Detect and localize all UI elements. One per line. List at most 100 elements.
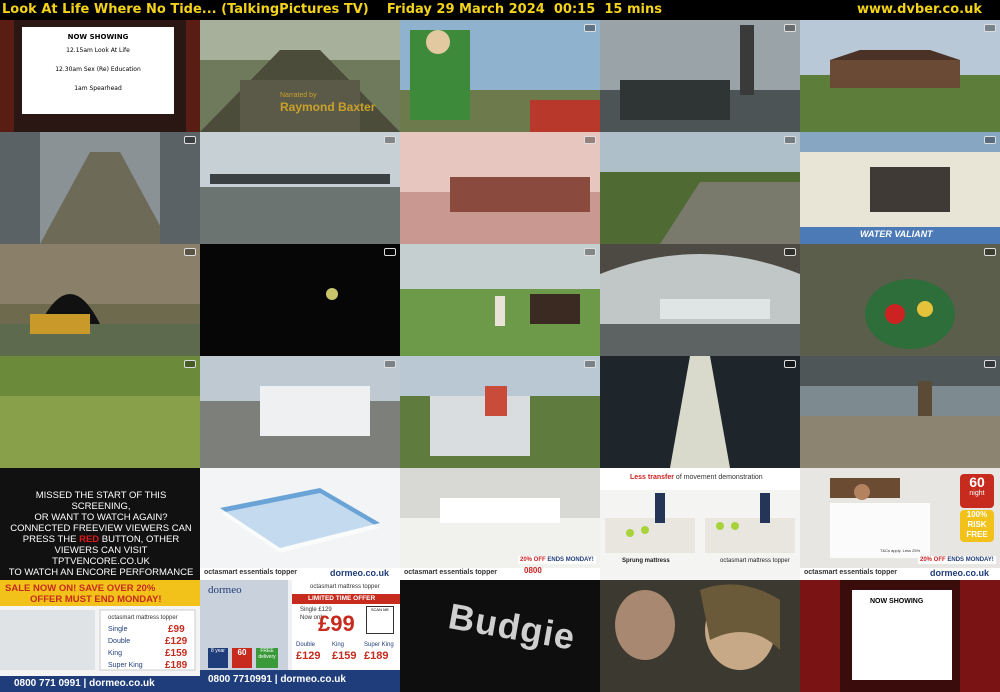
channel-badge: [984, 360, 996, 368]
thumbnail-boat-lift[interactable]: [0, 132, 200, 244]
price-double: £129: [165, 636, 188, 647]
thumbnail-ad-topper[interactable]: octasmart essentials topper dormeo.co.uk: [200, 468, 400, 580]
boat-name-text: WATER VALIANT: [860, 229, 933, 239]
sale-line-2: OFFER MUST END MONDAY!: [30, 594, 162, 605]
thumbnail-encore-message[interactable]: MISSED THE START OF THIS SCREENING, OR W…: [0, 468, 200, 580]
thumbnail-bow-wake[interactable]: [600, 356, 800, 468]
free-word: FREE: [966, 530, 988, 539]
limited-offer: LIMITED TIME OFFER: [308, 595, 376, 602]
channel-badge: [784, 360, 796, 368]
thumbnail-bridge-arch[interactable]: [600, 244, 800, 356]
offer-banner: 20% OFF ENDS MONDAY!: [518, 556, 596, 564]
channel-badge: [184, 248, 196, 256]
thumbnail-dark-tunnel[interactable]: [200, 244, 400, 356]
thumbnail-tunnel[interactable]: [0, 244, 200, 356]
channel-badge: [184, 360, 196, 368]
thumbnail-launching-boat[interactable]: [400, 356, 600, 468]
duration: 15 mins: [604, 2, 662, 17]
size-single: Single: [108, 626, 128, 633]
header-bar: Look At Life Where No Tide... (TalkingPi…: [0, 0, 1000, 20]
pricing-size-superking: Super King: [364, 642, 394, 648]
sprung-label: Sprung mattress: [622, 558, 670, 564]
offer-ends: ENDS MONDAY!: [947, 557, 994, 563]
thumbnail-canal-credit[interactable]: Narrated by Raymond Baxter: [200, 20, 400, 132]
thumbnail-lock[interactable]: [600, 132, 800, 244]
pricing-phone: 0800 7710991: [208, 674, 272, 685]
product-name: octasmart essentials topper: [804, 569, 897, 576]
ad-site: dormeo.co.uk: [930, 568, 990, 578]
pricing-size-double: Double: [296, 642, 316, 648]
thumbnail-ad-demo[interactable]: Less transfer of movement demonstration …: [600, 468, 800, 580]
broadcast-date: Friday 29 March 2024: [386, 2, 545, 17]
night-label: night: [969, 490, 985, 497]
channel-badge: [984, 136, 996, 144]
thumbnail-ad-bedroom[interactable]: octasmart essentials topper 20% OFF ENDS…: [400, 468, 600, 580]
thumbnail-reeds[interactable]: [0, 356, 200, 468]
encore-message: MISSED THE START OF THIS SCREENING, OR W…: [6, 490, 196, 578]
pricing-product: octasmart mattress topper: [310, 584, 380, 590]
thumbnail-painted-can[interactable]: [800, 244, 1000, 356]
now-showing-card: NOW SHOWING 12.15am Look At Life 12.30am…: [22, 27, 174, 114]
thumbnail-punting[interactable]: [800, 356, 1000, 468]
ad-brand: dormeo: [208, 584, 242, 596]
channel-badge: [584, 248, 596, 256]
demo-caption: Less transfer of movement demonstration: [630, 474, 763, 481]
ad-footer: octasmart essentials topper dormeo.co.uk: [200, 568, 400, 580]
encore-line-4a: PRESS THE: [22, 534, 80, 545]
thumbnail-boat-on-trailer[interactable]: [200, 356, 400, 468]
sixty-night-badge: 60 night: [960, 474, 994, 508]
qr-code: SCAN ME: [366, 606, 394, 634]
programme-info: Look At Life Where No Tide... (TalkingPi…: [2, 0, 662, 20]
thumbnail-docks[interactable]: [600, 20, 800, 132]
thumbnail-now-showing[interactable]: NOW SHOWING 12.15am Look At Life 12.30am…: [0, 20, 200, 132]
thumbnail-swing-bridge[interactable]: [200, 132, 400, 244]
thumbnail-tudor-house[interactable]: [800, 20, 1000, 132]
channel-badge: [184, 136, 196, 144]
size-king: King: [108, 650, 123, 657]
broadcast-time: 00:15: [553, 2, 596, 17]
encore-line-5: VIEWERS CAN VISIT TPTVENCORE.CO.UK: [52, 545, 150, 567]
channel-badge: [384, 248, 396, 256]
schedule-line-2: 12.30am Sex (Re) Education: [55, 66, 141, 73]
now-showing-heading: NOW SHOWING: [67, 33, 129, 41]
thumbnail-narrowboat-pink[interactable]: [400, 132, 600, 244]
thumbnail-ad-sale[interactable]: SALE NOW ON! SAVE OVER 20% OFFER MUST EN…: [0, 580, 200, 692]
demo-caption-bold: Less transfer: [630, 474, 674, 481]
thumbnail-budgie-logo[interactable]: Budgie: [400, 580, 600, 692]
thumbnail-ad-pricing[interactable]: dormeo octasmart mattress topper LIMITED…: [200, 580, 400, 692]
credit-line-1: Narrated by: [280, 92, 317, 99]
channel-badge: [384, 360, 396, 368]
channel-badge: [384, 136, 396, 144]
night-number: 60: [969, 474, 985, 490]
offer-text: 20% OFF: [920, 557, 946, 563]
thumbnail-now-showing-curtain[interactable]: NOW SHOWING: [800, 580, 1000, 692]
price-king: £159: [165, 648, 188, 659]
encore-line-4: PRESS THE RED BUTTON, OTHER: [6, 534, 196, 545]
pricing-price-superking: £189: [364, 650, 389, 662]
thumbnail-boy-on-boat[interactable]: [400, 20, 600, 132]
tcs-text: T&Cs apply. Less 25%: [880, 548, 921, 553]
pricing-footer: 0800 7710991 | dormeo.co.uk: [208, 674, 346, 685]
price-single: £99: [168, 624, 185, 635]
thumbnail-grid: NOW SHOWING 12.15am Look At Life 12.30am…: [0, 20, 1000, 692]
site-link[interactable]: www.dvber.co.uk: [857, 0, 982, 20]
channel-badge: [584, 136, 596, 144]
thumbnail-water-valiant[interactable]: WATER VALIANT: [800, 132, 1000, 244]
now-showing-small: NOW SHOWING: [870, 598, 924, 605]
encore-line-2: OR WANT TO WATCH AGAIN?: [34, 512, 168, 523]
encore-line-3: CONNECTED FREEVIEW VIEWERS CAN: [10, 523, 192, 534]
channel-badge: [784, 248, 796, 256]
schedule-line-3: 1am Spearhead: [74, 85, 122, 92]
thumbnail-ad-box[interactable]: 60 night 100% RISK FREE T&Cs apply. Less 25…: [800, 468, 1000, 580]
pricing-site: dormeo.co.uk: [280, 674, 346, 685]
offer-text: 20% OFF: [520, 557, 546, 563]
thumbnail-drama-scene[interactable]: [600, 580, 800, 692]
encore-line-4b: BUTTON, OTHER: [99, 534, 180, 545]
free-delivery-badge: FREE delivery: [256, 648, 278, 668]
encore-line-6: TO WATCH AN ENCORE PERFORMANCE: [8, 567, 194, 578]
channel-badge: [984, 24, 996, 32]
big-price: £99: [318, 611, 355, 636]
thumbnail-horse-towpath[interactable]: [400, 244, 600, 356]
product-name: octasmart essentials topper: [404, 569, 497, 576]
pricing-price-king: £159: [332, 650, 357, 662]
